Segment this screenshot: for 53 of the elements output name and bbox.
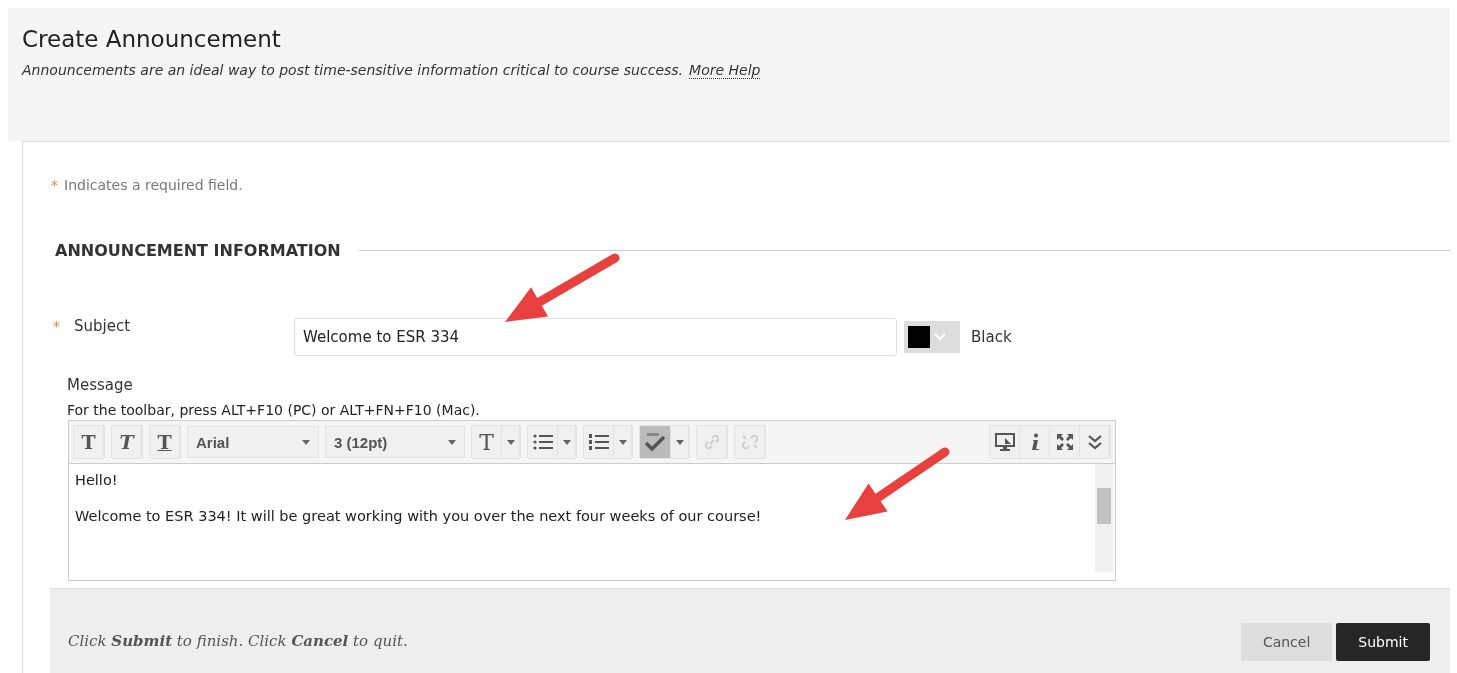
- message-label: Message: [67, 376, 134, 394]
- help-link[interactable]: More Help: [689, 62, 761, 79]
- monitor-icon: [994, 433, 1015, 451]
- italic-button[interactable]: T: [112, 426, 142, 458]
- subject-field[interactable]: Welcome to ESR 334: [294, 318, 897, 356]
- info-icon: [1029, 433, 1040, 451]
- chevron-icon: [934, 333, 946, 341]
- dropdown-button[interactable]: [558, 426, 576, 458]
- caret-icon: [618, 439, 627, 445]
- info-button[interactable]: [1020, 426, 1050, 458]
- dropdown-button[interactable]: [614, 426, 632, 458]
- underline-button[interactable]: T: [150, 426, 180, 458]
- numbered-list-icon: [588, 433, 609, 451]
- bold-button[interactable]: T: [74, 426, 104, 458]
- caret-icon: [562, 439, 571, 445]
- section-title: ANNOUNCEMENT INFORMATION: [55, 241, 341, 260]
- dropdown-button[interactable]: [671, 426, 689, 458]
- caret-icon: [302, 439, 310, 445]
- submit-button[interactable]: Submit: [1336, 622, 1430, 661]
- link-icon: [702, 433, 721, 451]
- footer-instructions: Click Submit to finish. Click Cancel to quit.: [68, 631, 409, 650]
- caret-icon: [506, 439, 515, 445]
- message-editor[interactable]: T T T Arial 3 (12pt) T Hello! Welcome to ESR 334! It will be great working with you over the next four weeks of our course!: [68, 420, 1116, 581]
- bullets-button[interactable]: [528, 426, 558, 458]
- cancel-button[interactable]: Cancel: [1240, 622, 1333, 661]
- dropdown-button[interactable]: [502, 426, 520, 458]
- required-note: Indicates a required field.: [64, 177, 243, 193]
- message-text: Welcome to ESR 334! It will be great working with you over the next four weeks of our course!: [75, 508, 763, 524]
- bulleted-list-icon: [532, 434, 553, 450]
- spellcheck-button[interactable]: [640, 426, 671, 458]
- check-icon: [644, 432, 666, 452]
- dropdown-select[interactable]: Arial: [187, 426, 319, 458]
- expand-button[interactable]: [1080, 426, 1110, 458]
- message-text: Hello!: [75, 472, 119, 488]
- color-picker[interactable]: [904, 321, 960, 353]
- page-title: Create Announcement: [22, 26, 282, 52]
- caret-icon: [448, 439, 456, 445]
- dropdown-select[interactable]: 3 (12pt): [325, 426, 465, 458]
- text-color-button[interactable]: T: [472, 426, 502, 458]
- required-mark: *: [51, 177, 58, 193]
- subject-label: Subject: [74, 317, 132, 335]
- page-description: Announcements are an ideal way to post time-sensitive information critical to course success. More Help: [22, 62, 762, 78]
- fullscreen-button[interactable]: [1050, 426, 1080, 458]
- double-chevron-icon: [1086, 434, 1103, 450]
- toolbar-hint: For the toolbar, press ALT+F10 (PC) or ALT+FN+F10 (Mac).: [67, 402, 481, 418]
- preview-button[interactable]: [990, 426, 1020, 458]
- unlink-icon: [739, 433, 760, 451]
- scrollbar-thumb[interactable]: [1097, 488, 1111, 524]
- color-name: Black: [971, 328, 1012, 346]
- required-mark: *: [53, 318, 60, 334]
- numbers-button[interactable]: [584, 426, 614, 458]
- fullscreen-icon: [1055, 433, 1074, 451]
- caret-icon: [675, 439, 684, 445]
